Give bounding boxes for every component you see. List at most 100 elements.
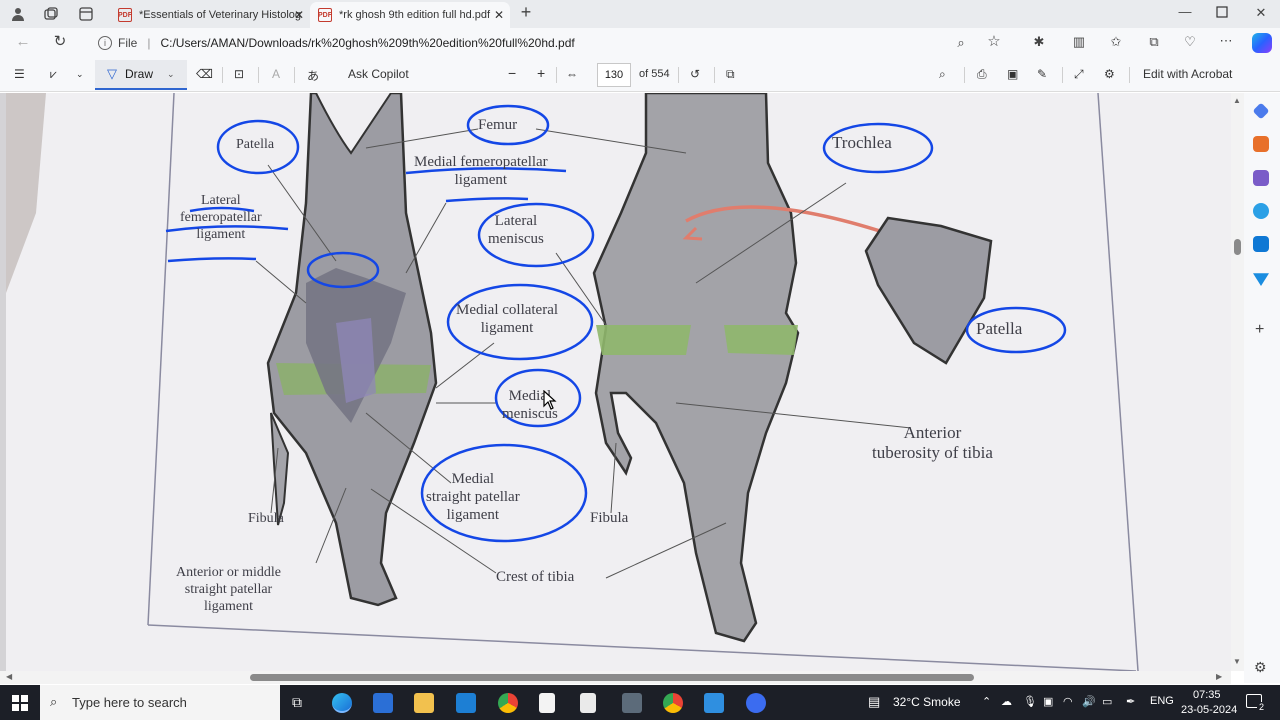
close-icon[interactable]: ✕ [294,8,304,22]
microphone-icon[interactable]: 🎙 [1023,695,1037,708]
draw-button[interactable]: ▽ Draw ⌄ [95,60,187,90]
fit-page-icon[interactable]: ⇔ [566,67,578,81]
favorite-star-icon[interactable]: ☆ [986,34,1002,50]
notepad-icon[interactable] [580,693,596,713]
more-menu-icon[interactable]: ⋯ [1218,33,1234,49]
chevron-down-icon[interactable]: ⌄ [76,69,84,80]
label-medial-straight-patellar-ligament: Medial straight patellar ligament [426,471,520,523]
workspaces-icon[interactable] [43,6,59,26]
security-icon[interactable]: ▣ [1043,695,1053,708]
clock-time[interactable]: 07:35 [1193,689,1221,701]
new-tab-icon[interactable]: + [518,3,534,21]
tab-rk-ghosh[interactable]: PDF *rk ghosh 9th edition full hd.pdf ✕ [310,2,510,28]
horizontal-scrollbar[interactable]: ◀ ▶ [0,671,1231,684]
tab-actions-icon[interactable] [78,6,94,26]
highlight-icon[interactable]: ⩗ [50,67,57,82]
eraser-icon[interactable]: ⌫ [196,67,213,81]
search-icon[interactable]: ⌕ [939,67,946,82]
print-icon[interactable]: ⎙ [977,67,987,82]
rotate-icon[interactable]: ↺ [690,67,700,81]
edit-with-acrobat-button[interactable]: Edit with Acrobat [1143,67,1232,81]
file-explorer-icon[interactable] [414,693,434,713]
settings-icon[interactable]: ⚙ [1104,67,1115,81]
battery-icon[interactable]: ▭ [1102,695,1112,708]
tools-icon[interactable] [1253,136,1269,152]
split-screen-icon[interactable]: ▥ [1071,34,1087,50]
fullscreen-icon[interactable]: ⤢ [1074,67,1084,82]
microsoft365-icon[interactable] [1253,203,1269,219]
pdf-icon: PDF [118,8,132,22]
pen-tray-icon[interactable]: ✒ [1126,695,1135,708]
app-icon[interactable] [746,693,766,713]
scroll-right-icon[interactable]: ▶ [1216,672,1222,681]
vertical-scrollbar[interactable]: ▲ ▼ [1231,93,1244,671]
taskbar-search-placeholder: Type here to search [72,695,187,710]
ask-copilot-button[interactable]: Ask Copilot [348,67,409,81]
drop-icon[interactable] [1253,273,1269,286]
scroll-up-icon[interactable]: ▲ [1233,96,1241,105]
games-icon[interactable] [1253,170,1269,186]
chevron-up-icon[interactable]: ⌃ [982,695,991,708]
favorites-icon[interactable]: ✩ [1108,34,1124,50]
close-icon[interactable]: ✕ [494,8,504,22]
clock-date[interactable]: 23-05-2024 [1181,704,1237,716]
zoom-icon[interactable]: ⌕ [953,35,969,51]
document-viewport[interactable]: Femur Patella Lateral femeropatellar lig… [0,93,1231,671]
store-icon[interactable] [373,693,393,713]
text-box-icon[interactable]: ⊡ [234,67,244,81]
vertical-scroll-thumb[interactable] [1234,239,1241,255]
url-field[interactable]: i File | C:/Users/AMAN/Downloads/rk%20gh… [86,30,1016,56]
translate-icon[interactable]: あ [307,67,319,84]
copilot-icon[interactable] [1252,33,1272,53]
back-icon[interactable]: ← [14,34,32,50]
volume-icon[interactable]: 🔊 [1082,695,1096,708]
mouse-cursor [543,390,557,410]
zoom-in-icon[interactable]: + [537,65,545,81]
page-number-input[interactable]: 130 [597,63,631,87]
weather-icon[interactable]: ▤ [868,694,880,710]
mail-icon[interactable] [456,693,476,713]
wifi-icon[interactable]: ◠ [1063,695,1073,708]
collections-icon[interactable]: ⧉ [1146,34,1162,50]
horizontal-scroll-thumb[interactable] [250,674,974,681]
outlook-icon[interactable] [1253,236,1269,252]
label-medial-femeropatellar-ligament: Medial femeropatellar ligament [414,154,548,188]
extensions-icon[interactable]: ✱ [1031,34,1047,50]
contents-icon[interactable]: ☰ [14,67,25,81]
notification-count-badge: 2 [1257,702,1267,712]
close-window-icon[interactable]: ✕ [1253,5,1269,21]
zoom-out-icon[interactable]: − [508,65,516,81]
edge-taskbar-icon[interactable] [332,693,352,713]
windows-start-icon[interactable] [12,695,28,711]
refresh-icon[interactable]: ↻ [51,34,69,50]
language-indicator[interactable]: ENG [1150,695,1174,707]
scroll-left-icon[interactable]: ◀ [6,672,12,681]
onedrive-icon[interactable]: ☁ [1001,695,1012,708]
minimize-icon[interactable]: — [1177,4,1193,20]
profile-icon[interactable] [10,6,26,26]
info-icon[interactable]: i [98,36,112,50]
sidebar-settings-icon[interactable]: ⚙ [1254,659,1267,676]
save-as-icon[interactable]: ✎ [1037,67,1047,81]
chrome-icon[interactable] [498,693,518,713]
shopping-icon[interactable] [1252,102,1270,120]
maximize-icon[interactable] [1215,6,1229,22]
label-patella-right: Patella [976,319,1023,338]
browser-essentials-icon[interactable]: ♡ [1182,34,1198,50]
pdf-page: Femur Patella Lateral femeropatellar lig… [6,93,1231,671]
remote-desktop-icon[interactable] [704,693,724,713]
add-icon[interactable]: + [1255,321,1264,339]
tab-essentials-histology[interactable]: PDF *Essentials of Veterinary Histolog ✕ [110,2,310,28]
weather-text[interactable]: 32°C Smoke [893,695,961,709]
page-view-icon[interactable]: ⧉ [726,67,735,82]
document-icon[interactable] [539,693,555,713]
taskbar-search-input[interactable]: ⌕ Type here to search [40,685,280,720]
scroll-down-icon[interactable]: ▼ [1233,657,1241,666]
read-aloud-icon[interactable]: A [272,67,280,81]
save-icon[interactable]: ▣ [1007,67,1018,81]
label-crest-of-tibia: Crest of tibia [496,569,575,585]
task-view-icon[interactable]: ⧉ [292,694,302,711]
chrome-icon-2[interactable] [663,693,683,713]
calculator-icon[interactable] [622,693,642,713]
address-bar: ← ↻ i File | C:/Users/AMAN/Downloads/rk%… [0,28,1280,58]
